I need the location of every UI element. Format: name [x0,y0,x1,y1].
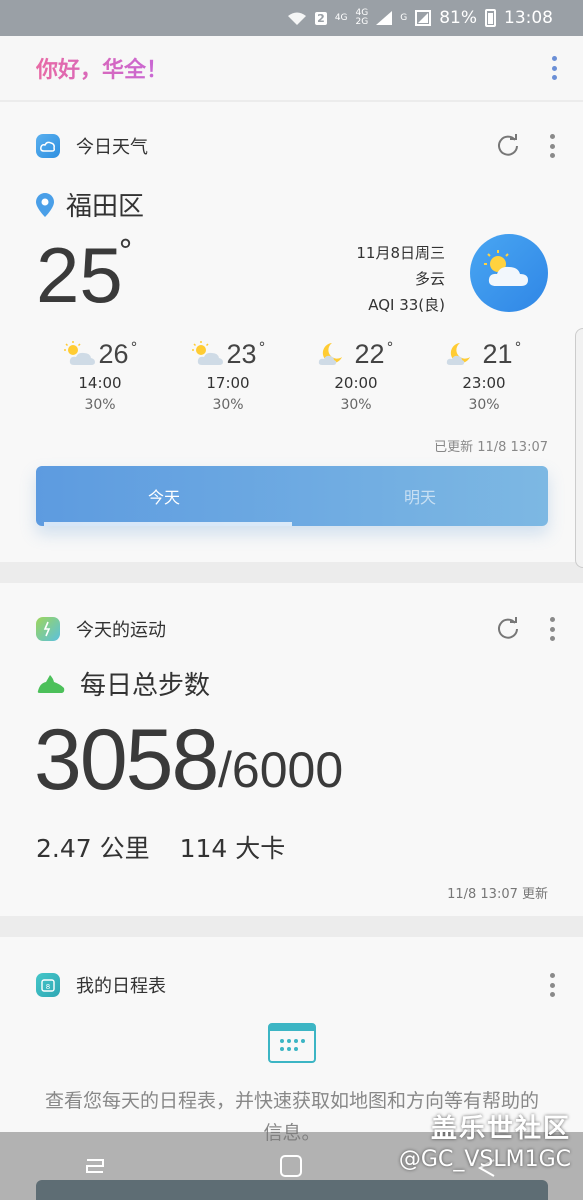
refresh-icon[interactable] [495,133,521,159]
network-type-1: 4G [334,12,348,23]
degree-symbol: ° [118,234,133,269]
hourly-temp: 26 [98,338,129,369]
weather-updated-time: 已更新 11/8 13:07 [434,440,548,455]
weather-card[interactable]: 今日天气 福田区 25 ° 11月8日周三 多云 AQI 33(良) 26 ° … [0,102,583,562]
clock: 13:08 [504,8,553,28]
activity-card-title: 今天的运动 [76,620,166,641]
tab-today[interactable]: 今天 [36,466,292,526]
signal-icon [376,11,393,25]
calendar-icon [268,1023,316,1063]
activity-card[interactable]: 今天的运动 每日总步数 3058 /6000 2.47 公里 114 大卡 11… [0,583,583,916]
moon-cloud-icon [319,343,343,365]
calendar-app-icon: 8 [36,973,60,997]
network-type-3: 2G [355,17,369,27]
partly-cloudy-icon [470,234,548,312]
weather-card-title: 今日天气 [76,137,148,158]
hourly-precip: 30% [212,397,244,413]
partly-sunny-icon [192,341,224,365]
watermark-handle: @GC_VSLM1GC [398,1147,571,1172]
schedule-card-header: 8 我的日程表 [36,969,555,1001]
steps-title-row: 每日总步数 [36,665,210,702]
hourly-precip: 30% [468,397,500,413]
steps-updated-time: 11/8 13:07 更新 [447,887,548,902]
hourly-temp: 22 [354,338,385,369]
tab-tomorrow[interactable]: 明天 [292,466,548,526]
more-options-icon[interactable] [551,56,557,80]
watermark: 盖乐世社区 @GC_VSLM1GC [399,1108,571,1172]
weather-aqi: AQI 33(良) [368,296,445,314]
hourly-time: 23:00 [462,374,506,392]
network-type-4: G [400,12,408,23]
greeting-text: 你好，华全！ [36,52,168,84]
hourly-item: 23 ° 17:00 30% [164,338,292,413]
weather-info: 11月8日周三 多云 AQI 33(良) [356,240,445,318]
degree-symbol: ° [514,340,522,356]
calories: 114 大卡 [179,834,286,863]
sim-badge: 2 [315,11,327,25]
steps-count: 3058 [34,712,219,808]
location[interactable]: 福田区 [36,186,144,223]
hourly-item: 21 ° 23:00 30% [420,338,548,413]
svg-text:8: 8 [46,983,50,991]
status-bar: 2 4G 4G 2G G 81% 13:08 [0,0,583,36]
hourly-time: 17:00 [206,374,250,392]
watermark-title: 盖乐世社区 [430,1114,571,1144]
hourly-precip: 30% [340,397,372,413]
signal-box-icon [415,10,432,26]
greeting-bar: 你好，华全！ [0,36,583,100]
hourly-time: 14:00 [78,374,122,392]
degree-symbol: ° [386,340,394,356]
hourly-temp: 21 [482,338,513,369]
weather-app-icon [36,134,60,158]
steps-goal: /6000 [218,742,344,798]
network-type-stack: 4G 2G [356,9,369,27]
current-temperature: 25 [36,231,123,319]
shoe-icon [37,674,65,693]
health-app-icon [36,617,60,641]
more-options-icon[interactable] [549,134,555,158]
wifi-icon [287,11,307,25]
hourly-item: 26 ° 14:00 30% [36,338,164,413]
location-name: 福田区 [66,192,145,222]
degree-symbol: ° [130,340,138,356]
weather-condition: 多云 [414,270,445,288]
more-options-icon[interactable] [549,973,555,997]
hourly-item: 22 ° 20:00 30% [292,338,420,413]
hourly-forecast: 26 ° 14:00 30% 23 ° 17:00 30% 22 ° 20:00… [36,338,548,413]
schedule-card-actions [549,973,555,997]
weather-card-header: 今日天气 [36,130,555,162]
distance: 2.47 公里 [36,834,150,863]
more-options-icon[interactable] [549,617,555,641]
battery-percent: 81% [439,8,477,28]
activity-card-header: 今天的运动 [36,613,555,645]
battery-icon [485,9,496,27]
partly-sunny-icon [64,341,96,365]
home-icon[interactable] [271,1146,311,1186]
moon-cloud-icon [447,343,471,365]
day-toggle: 今天 明天 [36,466,548,526]
degree-symbol: ° [258,340,266,356]
weather-date: 11月8日周三 [356,244,445,262]
hourly-time: 20:00 [334,374,378,392]
edge-panel-handle[interactable] [575,328,583,568]
schedule-card-title: 我的日程表 [76,976,166,997]
recent-apps-icon[interactable] [77,1146,117,1186]
weather-card-actions [495,133,555,159]
activity-card-actions [495,616,555,642]
steps-metrics: 2.47 公里 114 大卡 [36,829,285,865]
hourly-temp: 23 [226,338,257,369]
refresh-icon[interactable] [495,616,521,642]
steps-title: 每日总步数 [80,671,211,701]
location-pin-icon [36,192,54,217]
hourly-precip: 30% [84,397,116,413]
